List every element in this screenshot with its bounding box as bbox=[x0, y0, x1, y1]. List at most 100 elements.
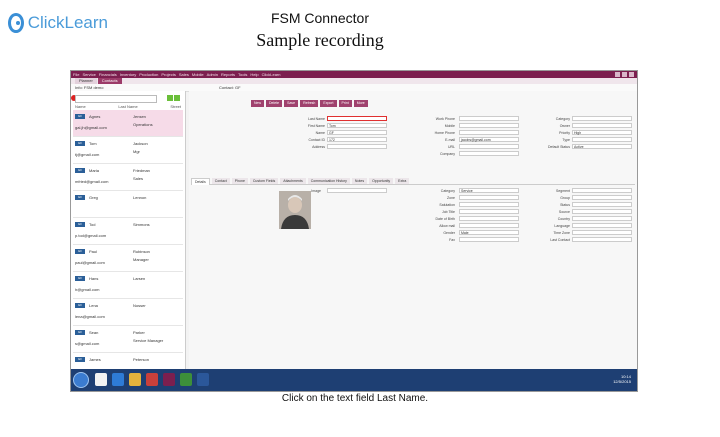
country-field[interactable] bbox=[572, 216, 632, 221]
type-field[interactable] bbox=[572, 137, 632, 142]
last-name-field[interactable] bbox=[327, 116, 387, 121]
salutation-field[interactable] bbox=[459, 202, 519, 207]
fsm-app-icon[interactable] bbox=[163, 373, 175, 386]
delete-button[interactable]: Delete bbox=[266, 100, 283, 107]
menu-item-help[interactable]: Help bbox=[250, 72, 258, 77]
date-of-birth-label: Date of Birth bbox=[435, 217, 455, 221]
save-button[interactable]: Save bbox=[284, 100, 299, 107]
last-contact-field[interactable] bbox=[572, 237, 632, 242]
gender-field[interactable]: Male bbox=[459, 230, 519, 235]
list-item[interactable]: GF Tod Simmons p.tod@gmail.com bbox=[73, 218, 183, 245]
slide-title: FSM Connector bbox=[270, 10, 370, 26]
refresh-button[interactable]: Refresh bbox=[300, 100, 319, 107]
menu-item-clicklearn[interactable]: ClickLearn bbox=[262, 72, 281, 77]
home-phone-field[interactable] bbox=[459, 130, 519, 135]
form-tab-attachments[interactable]: Attachments bbox=[280, 178, 306, 184]
mobile-field[interactable] bbox=[459, 123, 519, 128]
time-zone-field[interactable] bbox=[572, 230, 632, 235]
menu-item-admin[interactable]: Admin bbox=[207, 72, 218, 77]
app-icon[interactable] bbox=[146, 373, 158, 386]
form-tab-custom-fields[interactable]: Custom Fields bbox=[249, 178, 279, 184]
window-title: Info: FSM demo bbox=[75, 85, 104, 90]
form-tabs: Details Contact Phone Custom Fields Attachme… bbox=[191, 178, 635, 185]
start-button[interactable] bbox=[73, 372, 89, 388]
ie-icon[interactable] bbox=[112, 373, 124, 386]
form-tab-notes[interactable]: Notes bbox=[351, 178, 368, 184]
default-status-field[interactable]: Active bbox=[572, 144, 632, 149]
group-field[interactable] bbox=[572, 195, 632, 200]
more-button[interactable]: More bbox=[353, 100, 368, 107]
list-item[interactable]: GF Lena Nosser lena@gmail.com bbox=[73, 299, 183, 326]
address-field[interactable] bbox=[327, 144, 387, 149]
job-title-field[interactable] bbox=[459, 209, 519, 214]
first-name: Lena bbox=[89, 303, 98, 308]
menu-item-sales[interactable]: Sales bbox=[179, 72, 189, 77]
list-header-name[interactable]: Name bbox=[75, 104, 86, 109]
source-field[interactable] bbox=[572, 209, 632, 214]
menu-item-service[interactable]: Service bbox=[82, 72, 95, 77]
form-tab-opportunity[interactable]: Opportunity bbox=[369, 178, 394, 184]
form-tab-contact[interactable]: Contact bbox=[211, 178, 230, 184]
form-tab-phone[interactable]: Phone bbox=[231, 178, 248, 184]
owner-field[interactable] bbox=[572, 123, 632, 128]
explorer-icon[interactable] bbox=[95, 373, 107, 386]
word-icon[interactable] bbox=[197, 373, 209, 386]
menu-item-inventory[interactable]: Inventory bbox=[120, 72, 136, 77]
menu-item-file[interactable]: File bbox=[73, 72, 79, 77]
list-search-input[interactable] bbox=[75, 95, 157, 103]
email: h@gmail.com bbox=[75, 287, 100, 292]
add-icon[interactable] bbox=[174, 95, 180, 101]
form-tab-extra[interactable]: Extra bbox=[395, 178, 410, 184]
zone-field[interactable] bbox=[459, 195, 519, 200]
close-icon[interactable] bbox=[629, 72, 634, 77]
allow-mail-field[interactable] bbox=[459, 223, 519, 228]
list-item[interactable]: GF Maria Friedman mfried@gmail.com Sales bbox=[73, 164, 183, 191]
category-field[interactable]: Service bbox=[459, 188, 519, 193]
list-header-street[interactable]: Street bbox=[170, 104, 181, 109]
first-name-field[interactable]: Tom bbox=[327, 123, 387, 128]
fax-field[interactable] bbox=[459, 237, 519, 242]
segment-field[interactable] bbox=[572, 188, 632, 193]
new-button[interactable]: New bbox=[251, 100, 265, 107]
slide-subtitle: Sample recording bbox=[256, 30, 384, 50]
help-icon[interactable] bbox=[615, 72, 620, 77]
company-label: Company bbox=[440, 152, 455, 156]
image-field[interactable] bbox=[327, 188, 387, 193]
print-button[interactable]: Print bbox=[338, 100, 352, 107]
settings-icon[interactable] bbox=[622, 72, 627, 77]
list-item[interactable]: GF Hans Larsen h@gmail.com bbox=[73, 272, 183, 299]
filter-icon[interactable] bbox=[167, 95, 173, 101]
menu-item-production[interactable]: Production bbox=[139, 72, 158, 77]
work-phone-label: Work Phone bbox=[435, 117, 455, 121]
excel-icon[interactable] bbox=[180, 373, 192, 386]
form-tab-communication-history[interactable]: Communication History bbox=[307, 178, 350, 184]
company-field[interactable] bbox=[459, 151, 519, 156]
list-item[interactable]: GF Agnes Jensen gal.jh@gmail.com Operations bbox=[73, 110, 183, 137]
menu-item-reports[interactable]: Reports bbox=[221, 72, 235, 77]
action-buttons: New Delete Save Refresh Export Print More bbox=[251, 100, 368, 107]
e-mail-field[interactable]: jacobs@gmail.com bbox=[459, 137, 519, 142]
status-field[interactable] bbox=[572, 202, 632, 207]
form-tab-details[interactable]: Details bbox=[191, 178, 210, 185]
email: mfried@gmail.com bbox=[75, 179, 109, 184]
menu-item-financials[interactable]: Financials bbox=[99, 72, 117, 77]
contact-id-field[interactable]: 172 bbox=[327, 137, 387, 142]
list-item[interactable]: GF Greg Lennon bbox=[73, 191, 183, 218]
menu-item-tools[interactable]: Tools bbox=[238, 72, 247, 77]
list-header-lastname[interactable]: Last Name bbox=[118, 104, 137, 109]
category-field[interactable] bbox=[572, 116, 632, 121]
list-item[interactable]: GF Sean Parker s@gmail.com Service Manager bbox=[73, 326, 183, 353]
list-item[interactable]: GF Paul Rubinson paul@gmail.com Manager bbox=[73, 245, 183, 272]
language-field[interactable] bbox=[572, 223, 632, 228]
priority-field[interactable]: High bbox=[572, 130, 632, 135]
export-button[interactable]: Export bbox=[320, 100, 337, 107]
list-item[interactable]: GF Tom Jackson tj@gmail.com Mgr bbox=[73, 137, 183, 164]
date-of-birth-field[interactable] bbox=[459, 216, 519, 221]
folder-icon[interactable] bbox=[129, 373, 141, 386]
menu-item-projects[interactable]: Projects bbox=[161, 72, 175, 77]
work-phone-field[interactable] bbox=[459, 116, 519, 121]
url-label: URL bbox=[447, 145, 455, 149]
name-field[interactable]: GF bbox=[327, 130, 387, 135]
menu-item-mobile[interactable]: Mobile bbox=[192, 72, 204, 77]
url-field[interactable] bbox=[459, 144, 519, 149]
